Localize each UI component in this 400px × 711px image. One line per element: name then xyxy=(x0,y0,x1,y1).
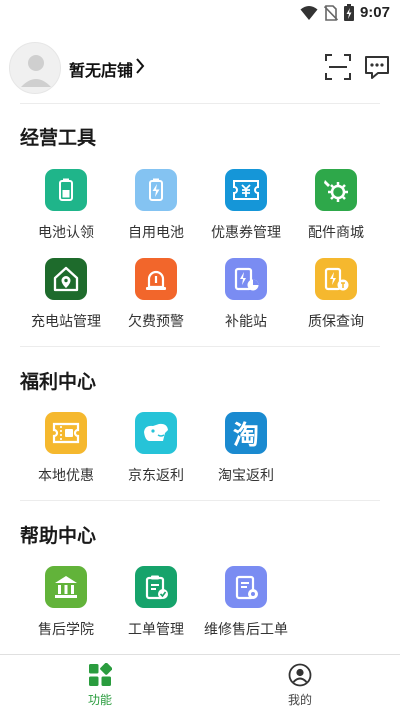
energy-station-icon xyxy=(225,258,267,300)
academy-icon xyxy=(45,566,87,608)
station-house-icon xyxy=(45,258,87,300)
tile-own-battery[interactable]: 自用电池 xyxy=(111,169,201,249)
repair-doc-icon xyxy=(225,566,267,608)
tile-repair-after-sales-order[interactable]: 维修售后工单 xyxy=(201,566,291,646)
grid-icon xyxy=(89,663,112,686)
scan-icon[interactable] xyxy=(324,53,352,81)
taobao-icon: 淘 xyxy=(225,412,267,454)
divider xyxy=(20,103,380,104)
avatar[interactable] xyxy=(9,42,61,94)
message-icon[interactable] xyxy=(363,53,391,81)
nav-tab-mine[interactable]: 我的 xyxy=(200,655,400,711)
jd-dog-icon xyxy=(135,412,177,454)
tile-energy-station[interactable]: 补能站 xyxy=(201,258,291,338)
avatar-placeholder-icon xyxy=(21,55,51,87)
tile-charging-station-management[interactable]: 充电站管理 xyxy=(21,258,111,338)
tile-work-order-management[interactable]: 工单管理 xyxy=(111,566,201,646)
divider xyxy=(20,346,380,347)
battery-charging-icon xyxy=(343,4,354,21)
nav-label: 功能 xyxy=(87,693,112,707)
tile-arrears-warning[interactable]: 欠费预警 xyxy=(111,258,201,338)
tile-coupon-management[interactable]: 优惠券管理 xyxy=(201,169,291,249)
section-title-business-tools: 经营工具 xyxy=(20,128,97,149)
tile-local-deals[interactable]: 本地优惠 xyxy=(21,412,111,492)
profile-icon xyxy=(288,663,312,687)
tile-parts-mall[interactable]: 配件商城 xyxy=(291,169,381,249)
status-icons: 9:07 xyxy=(300,4,390,21)
local-ticket-icon xyxy=(45,412,87,454)
tile-jd-rebate[interactable]: 京东返利 xyxy=(111,412,201,492)
clock: 9:07 xyxy=(359,4,390,21)
tile-taobao-rebate[interactable]: 淘 淘宝返利 xyxy=(201,412,291,492)
section-title-help-center: 帮助中心 xyxy=(20,526,97,547)
alarm-light-icon xyxy=(135,258,177,300)
tile-after-sales-academy[interactable]: 售后学院 xyxy=(21,566,111,646)
battery-bolt-icon xyxy=(135,169,177,211)
tile-battery-claim[interactable]: 电池认领 xyxy=(21,169,111,249)
shop-name[interactable]: 暂无店铺 xyxy=(69,57,133,81)
tile-label: 配件商城 xyxy=(308,224,364,240)
status-bar: 9:07 xyxy=(0,0,400,28)
bottom-nav: 功能 我的 xyxy=(0,654,400,711)
chevron-right-icon[interactable] xyxy=(134,57,146,75)
tile-label: 质保查询 xyxy=(308,313,364,329)
nav-tab-functions[interactable]: 功能 xyxy=(0,655,200,711)
clipboard-check-icon xyxy=(135,566,177,608)
no-sim-icon xyxy=(323,4,338,21)
coupon-icon xyxy=(225,169,267,211)
divider xyxy=(20,500,380,501)
tile-label: 淘宝返利 xyxy=(218,467,274,483)
battery-icon xyxy=(45,169,87,211)
wrench-gear-icon xyxy=(315,169,357,211)
tile-warranty-query[interactable]: 质保查询 xyxy=(291,258,381,338)
shop-header: 暂无店铺 xyxy=(0,40,400,96)
taobao-glyph: 淘 xyxy=(232,420,259,451)
warranty-icon xyxy=(315,258,357,300)
tile-label: 维修售后工单 xyxy=(204,621,288,637)
section-title-welfare-center: 福利中心 xyxy=(20,372,97,393)
nav-label: 我的 xyxy=(287,693,312,707)
wifi-icon xyxy=(300,5,318,20)
